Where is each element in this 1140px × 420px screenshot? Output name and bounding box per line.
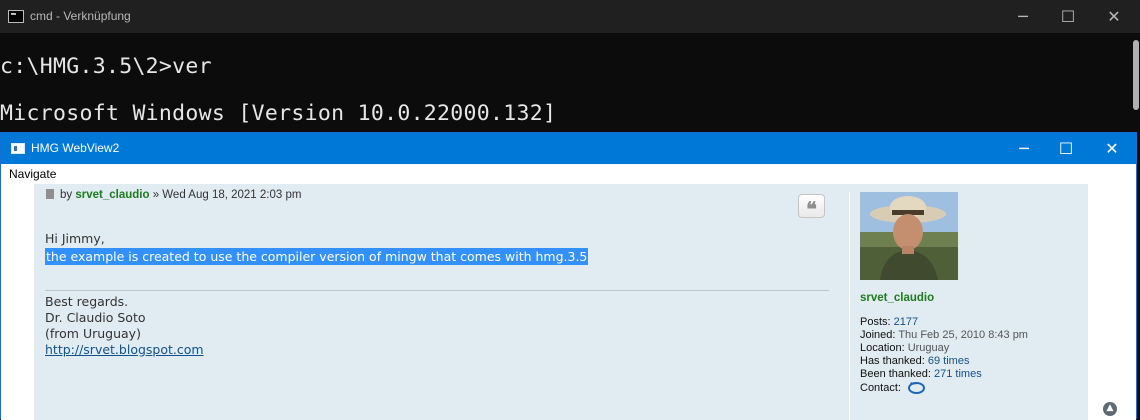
post-by-prefix: by [60,189,76,201]
joined-label: Joined: [860,329,899,341]
signature-line-1: Best regards. [45,294,129,309]
profile-joined: Joined: Thu Feb 25, 2010 8:43 pm [860,329,1028,341]
cmd-minimize-button[interactable]: ─ [1000,0,1046,33]
cmd-output-line: Microsoft Windows [Version 10.0.22000.13… [0,101,557,126]
webview-maximize-button[interactable]: ☐ [1043,133,1089,164]
has-thanked-label: Has thanked: [860,355,928,367]
signature-link[interactable]: http://srvet.blogspot.com [45,342,204,357]
webview-close-button[interactable]: ✕ [1089,133,1135,164]
forum-post: by srvet_claudio » Wed Aug 18, 2021 2:03… [34,184,1117,420]
contact-label: Contact: [860,382,905,394]
profile-been-thanked: Been thanked: 271 times [860,368,982,380]
been-thanked-label: Been thanked: [860,368,935,380]
profile-has-thanked: Has thanked: 69 times [860,355,969,367]
profile-contact: Contact: [860,379,926,394]
menu-bar: Navigate [1,164,1136,184]
signature-divider [45,290,829,291]
cmd-close-button[interactable]: ✕ [1091,0,1137,33]
signature-line-3: (from Uruguay) [45,326,141,341]
avatar-photo [860,192,958,280]
selected-text[interactable]: the example is created to use the compil… [45,248,589,265]
cmd-titlebar[interactable]: cmd - Verknüpfung ─ ☐ ✕ [0,0,1140,33]
webview-titlebar[interactable]: HMG WebView2 ─ ☐ ✕ [1,133,1136,164]
cmd-app-icon [8,10,24,23]
cmd-prompt-line: c:\HMG.3.5\2>ver [0,54,212,79]
quote-icon: ❝ [806,197,817,221]
post-icon [46,189,54,199]
location-label: Location: [860,342,908,354]
been-thanked-link[interactable]: 271 times [934,368,982,380]
post-date: » Wed Aug 18, 2021 2:03 pm [149,189,302,201]
joined-value: Thu Feb 25, 2010 8:43 pm [898,329,1028,341]
browser-content: by srvet_claudio » Wed Aug 18, 2021 2:03… [1,184,1136,420]
post-greeting: Hi Jimmy, [45,231,105,246]
cmd-maximize-button[interactable]: ☐ [1045,0,1091,33]
menu-navigate[interactable]: Navigate [9,167,56,181]
post-selected-text-line[interactable]: the example is created to use the compil… [45,248,589,265]
post-meta: by srvet_claudio » Wed Aug 18, 2021 2:03… [46,189,301,201]
cmd-window-title: cmd - Verknüpfung [30,9,131,23]
avatar[interactable] [860,192,958,280]
profile-posts: Posts: 2177 [860,316,918,328]
posts-label: Posts: [860,316,894,328]
signature-line-2: Dr. Claudio Soto [45,310,146,325]
author-profile: srvet_claudio Posts: 2177 Joined: Thu Fe… [849,192,1070,420]
webview-window-title: HMG WebView2 [31,141,120,155]
chevron-up-icon[interactable]: ▲ [1103,402,1117,416]
webview-app-icon [11,143,25,154]
location-value: Uruguay [907,342,950,354]
webview-minimize-button[interactable]: ─ [1001,133,1047,164]
webview-window: HMG WebView2 ─ ☐ ✕ Navigate by srvet_cla… [0,132,1137,420]
quote-button[interactable]: ❝ [798,194,825,221]
posts-count-link[interactable]: 2177 [894,316,918,328]
has-thanked-link[interactable]: 69 times [928,355,970,367]
profile-username[interactable]: srvet_claudio [860,292,934,304]
chat-bubble-icon[interactable] [908,379,926,394]
post-author-link[interactable]: srvet_claudio [75,189,149,201]
profile-location: Location: Uruguay [860,342,949,354]
cmd-scrollbar[interactable] [1133,40,1139,110]
